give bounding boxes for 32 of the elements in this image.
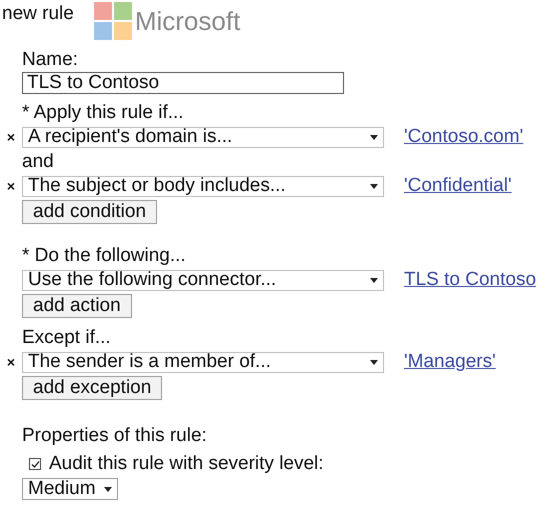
page-title: new rule xyxy=(2,2,74,26)
logo-text: Microsoft xyxy=(134,6,240,36)
caret-icon xyxy=(104,486,112,492)
remove-button[interactable]: × xyxy=(6,130,16,144)
caret-icon xyxy=(370,184,378,188)
dropdown[interactable]: Use the following connector... xyxy=(22,270,384,290)
section-heading: Properties of this rule: xyxy=(21,424,208,448)
field-label: Name: xyxy=(22,48,79,72)
audit-checkbox[interactable] xyxy=(29,458,41,470)
severity-dropdown[interactable]: Medium xyxy=(22,478,118,500)
add-button[interactable]: add condition xyxy=(22,200,158,224)
section-heading: * Apply this rule if... xyxy=(21,101,185,125)
checkbox-label: Audit this rule with severity level: xyxy=(49,452,324,476)
caret-icon xyxy=(370,360,378,364)
remove-button[interactable]: × xyxy=(6,179,16,193)
value-link[interactable]: 'Confidential' xyxy=(404,175,512,197)
dropdown[interactable]: A recipient's domain is... xyxy=(22,126,384,148)
name-field[interactable]: TLS to Contoso xyxy=(22,72,344,94)
add-button[interactable]: add action xyxy=(22,294,132,318)
add-button[interactable]: add exception xyxy=(22,376,162,400)
remove-button[interactable]: × xyxy=(6,355,16,369)
four-squares-icon xyxy=(94,2,132,40)
section-heading: Except if... xyxy=(21,326,112,350)
section-heading: * Do the following... xyxy=(21,244,187,268)
dropdown[interactable]: The subject or body includes... xyxy=(22,176,384,196)
value-link[interactable]: 'Contoso.com' xyxy=(404,126,524,148)
value-link[interactable]: TLS to Contoso xyxy=(404,269,536,291)
caret-icon xyxy=(370,134,378,140)
value-link[interactable]: 'Managers' xyxy=(404,351,496,373)
dropdown[interactable]: The sender is a member of... xyxy=(22,352,384,372)
joiner-label: and xyxy=(21,150,55,174)
caret-icon xyxy=(370,278,378,282)
